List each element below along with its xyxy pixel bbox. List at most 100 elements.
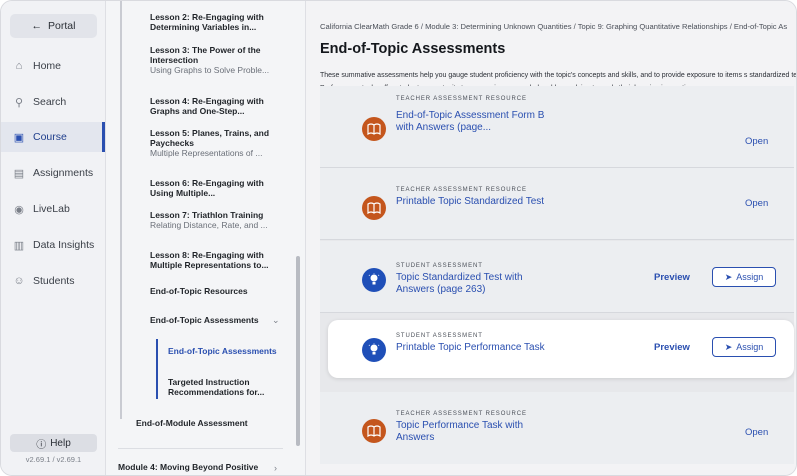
toc-lesson-3[interactable]: Lesson 3: The Power of the Intersection … xyxy=(150,45,276,75)
open-link[interactable]: Open xyxy=(745,198,768,209)
send-icon: ➤ xyxy=(724,341,733,352)
row-title[interactable]: Topic Performance Task with Answers xyxy=(396,420,546,444)
open-link[interactable]: Open xyxy=(745,427,768,438)
assign-label: Assign xyxy=(736,272,764,282)
row-title[interactable]: Printable Topic Performance Task xyxy=(396,342,546,354)
list-item: TEACHER ASSESSMENT RESOURCE End-of-Topic… xyxy=(320,86,794,168)
toc-lesson-6[interactable]: Lesson 6: Re-Engaging with Using Multipl… xyxy=(150,178,276,198)
breadcrumb[interactable]: California ClearMath Grade 6 / Module 3:… xyxy=(320,22,787,31)
toc-selection-bar xyxy=(156,339,158,399)
nav-label: LiveLab xyxy=(33,203,70,215)
book-icon xyxy=(362,196,386,220)
toc-item-label: End-of-Topic Resources xyxy=(150,286,248,296)
preview-link[interactable]: Preview xyxy=(654,342,690,353)
nav-label: Data Insights xyxy=(33,239,95,251)
list-item: TEACHER ASSESSMENT RESOURCE Topic Perfor… xyxy=(320,392,794,464)
portal-label: Portal xyxy=(48,20,76,32)
toc-lesson-8[interactable]: Lesson 8: Re-Engaging with Multiple Repr… xyxy=(150,250,276,270)
toc-sub-label: End-of-Topic Assessments xyxy=(168,346,277,356)
lesson-title: Lesson 6: Re-Engaging with Using Multipl… xyxy=(150,178,264,198)
toc-divider xyxy=(118,448,283,449)
send-icon: ➤ xyxy=(724,271,733,282)
toc-sub-targeted-instruction[interactable]: Targeted Instruction Recommendations for… xyxy=(168,377,278,397)
preview-link[interactable]: Preview xyxy=(654,272,690,283)
toc-item-label: End-of-Topic Assessments xyxy=(150,315,259,325)
lightbulb-icon xyxy=(362,338,386,362)
course-icon: ▣ xyxy=(13,131,25,144)
lesson-title: Lesson 4: Re-Engaging with Graphs and On… xyxy=(150,96,264,116)
toc-lesson-2[interactable]: Lesson 2: Re-Engaging with Determining V… xyxy=(150,12,276,32)
lesson-title: Lesson 2: Re-Engaging with Determining V… xyxy=(150,12,264,32)
toc-lesson-4[interactable]: Lesson 4: Re-Engaging with Graphs and On… xyxy=(150,96,276,116)
search-icon: ⚲ xyxy=(14,96,24,109)
livelab-icon: ◉ xyxy=(14,203,24,216)
nav-label: Students xyxy=(33,275,75,287)
toc-item-label: End-of-Module Assessment xyxy=(136,418,248,428)
row-title[interactable]: End-of-Topic Assessment Form B with Answ… xyxy=(396,110,546,134)
toc-sub-label: Targeted Instruction Recommendations for… xyxy=(168,377,265,397)
app-window: ← Portal ⌂ Home ⚲ Search ▣ Course ▤ Assi… xyxy=(0,0,797,476)
toc-topic-assessments[interactable]: End-of-Topic Assessments xyxy=(150,315,276,325)
nav-label: Home xyxy=(33,60,62,72)
page-title: End-of-Topic Assessments xyxy=(320,41,506,57)
lesson-subtitle: Using Graphs to Solve Proble... xyxy=(150,65,270,75)
toc-tree-line xyxy=(120,1,122,419)
lesson-title: Lesson 7: Triathlon Training xyxy=(150,210,264,220)
arrow-left-icon: ← xyxy=(31,20,43,32)
assign-button[interactable]: ➤ Assign xyxy=(712,337,776,357)
chevron-down-icon[interactable]: ⌄ xyxy=(272,315,280,326)
help-button[interactable]: ⓘ Help xyxy=(10,434,97,452)
open-link[interactable]: Open xyxy=(745,136,768,147)
nav-label: Assignments xyxy=(33,167,94,179)
row-kicker: TEACHER ASSESSMENT RESOURCE xyxy=(396,96,527,102)
lesson-title: Lesson 8: Re-Engaging with Multiple Repr… xyxy=(150,250,269,270)
book-icon xyxy=(362,117,386,141)
lesson-subtitle: Multiple Representations of ... xyxy=(150,148,263,158)
toc-lesson-7[interactable]: Lesson 7: Triathlon Training Relating Di… xyxy=(150,210,276,230)
assign-button[interactable]: ➤ Assign xyxy=(712,267,776,287)
course-toc: Lesson 2: Re-Engaging with Determining V… xyxy=(106,1,306,475)
toc-module-assessment[interactable]: End-of-Module Assessment xyxy=(136,418,286,428)
lesson-title: Lesson 5: Planes, Trains, and Paychecks xyxy=(150,128,270,148)
row-title[interactable]: Topic Standardized Test with Answers (pa… xyxy=(396,272,546,296)
data-insights-icon: ▥ xyxy=(13,239,25,252)
nav-item-course[interactable]: ▣ Course xyxy=(1,122,105,152)
toc-lesson-5[interactable]: Lesson 5: Planes, Trains, and Paychecks … xyxy=(150,128,276,158)
toc-scrollbar[interactable] xyxy=(296,256,300,446)
assign-label: Assign xyxy=(736,342,764,352)
toc-sub-assessments[interactable]: End-of-Topic Assessments xyxy=(168,346,278,356)
nav-item-home[interactable]: ⌂ Home xyxy=(1,51,105,81)
portal-button[interactable]: ← Portal xyxy=(10,14,97,38)
nav-label: Course xyxy=(33,131,67,143)
row-kicker: TEACHER ASSESSMENT RESOURCE xyxy=(396,187,527,193)
chevron-right-icon[interactable]: › xyxy=(274,463,277,473)
list-item-highlighted: STUDENT ASSESSMENT Printable Topic Perfo… xyxy=(328,320,794,378)
nav-label: Search xyxy=(33,96,67,108)
toc-next-module[interactable]: Module 4: Moving Beyond Positive xyxy=(118,462,278,472)
help-icon: ⓘ xyxy=(36,439,47,451)
main-content: California ClearMath Grade 6 / Module 3:… xyxy=(307,1,796,475)
left-nav: ← Portal ⌂ Home ⚲ Search ▣ Course ▤ Assi… xyxy=(1,1,106,475)
lesson-title: Lesson 3: The Power of the Intersection xyxy=(150,45,261,65)
home-icon: ⌂ xyxy=(15,60,23,72)
nav-item-data-insights[interactable]: ▥ Data Insights xyxy=(1,230,105,260)
assessment-list: TEACHER ASSESSMENT RESOURCE End-of-Topic… xyxy=(320,86,794,464)
toc-item-label: Module 4: Moving Beyond Positive xyxy=(118,462,259,472)
book-icon xyxy=(362,419,386,443)
nav-item-assignments[interactable]: ▤ Assignments xyxy=(1,158,105,188)
assignments-icon: ▤ xyxy=(13,167,25,180)
list-item: TEACHER ASSESSMENT RESOURCE Printable To… xyxy=(320,168,794,240)
lesson-subtitle: Relating Distance, Rate, and ... xyxy=(150,220,268,230)
lightbulb-icon xyxy=(362,268,386,292)
row-kicker: STUDENT ASSESSMENT xyxy=(396,263,483,269)
version-text: v2.69.1 / v2.69.1 xyxy=(25,455,82,464)
help-label: Help xyxy=(50,437,71,449)
toc-topic-resources[interactable]: End-of-Topic Resources xyxy=(150,286,276,296)
nav-item-students[interactable]: ☺ Students xyxy=(1,266,105,296)
row-title[interactable]: Printable Topic Standardized Test xyxy=(396,196,546,208)
row-kicker: STUDENT ASSESSMENT xyxy=(396,333,483,339)
students-icon: ☺ xyxy=(13,275,25,287)
nav-item-search[interactable]: ⚲ Search xyxy=(1,87,105,117)
row-kicker: TEACHER ASSESSMENT RESOURCE xyxy=(396,411,527,417)
nav-item-livelab[interactable]: ◉ LiveLab xyxy=(1,194,105,224)
